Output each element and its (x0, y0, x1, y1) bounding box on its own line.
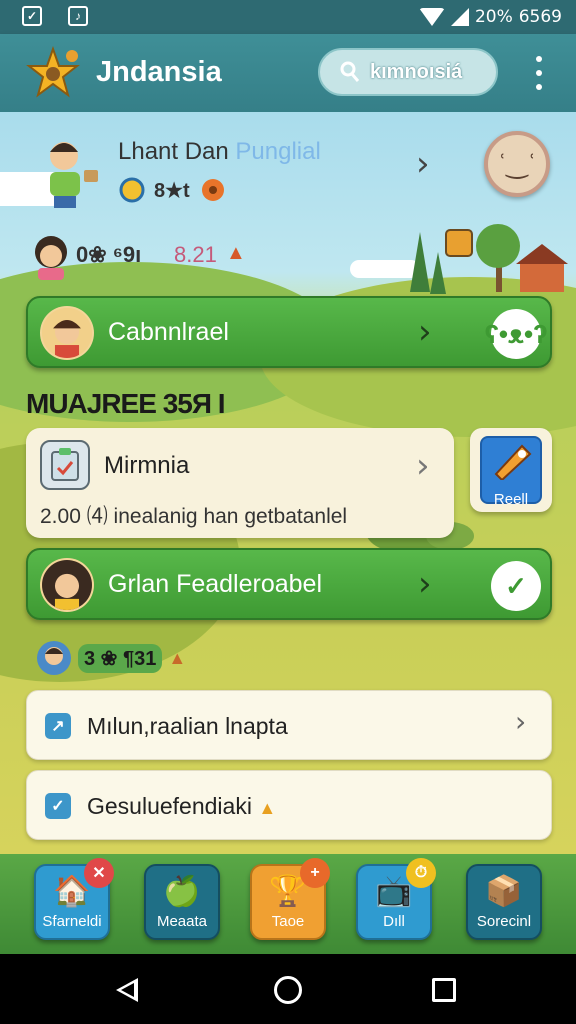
info-card-title: Mirmnia (104, 452, 190, 479)
dock-button-store[interactable]: 📦 Sorecinl (466, 864, 542, 940)
profile-name-highlight: Punglial (235, 138, 321, 165)
profile-name: Lhant Dan Punglial (118, 138, 321, 166)
close-badge-icon: ✕ (84, 858, 114, 888)
stats-row: 3 ❀ ¶31 ▲ (36, 640, 186, 676)
info-card-description: 2.00 ⑷ inealanig han getbatanlel (40, 505, 348, 528)
search-label: kımnoısiá (370, 60, 463, 83)
profile-chevron-right-icon[interactable]: › (416, 144, 430, 184)
bottom-dock: 🏠 Sfarneldi ✕ 🍏 Meaata 🏆 Taoe + 📺 Dıll ⏱… (0, 854, 576, 954)
battery-text: 20% (474, 7, 513, 27)
info-chevron-right-icon: › (416, 446, 430, 486)
plus-badge-icon: + (300, 858, 330, 888)
tree-house-illustration (410, 224, 568, 294)
medal-icon (119, 177, 145, 203)
list-item-label-text: Gesuluefendiaki (87, 793, 252, 819)
card2-chevron-right-icon: › (418, 564, 432, 604)
friend-stats-text: 0❀ ⁶9ı (76, 242, 142, 267)
box-icon: 📦 (485, 875, 523, 908)
list-item[interactable]: ✓ Gesuluefendiaki ▲ (26, 770, 552, 840)
stats-text: 3 ❀ ¶31 (78, 643, 163, 673)
checkbox-icon: ✓ (45, 793, 71, 819)
card2-label: Grlan Feadleroabel (108, 570, 323, 598)
search-button[interactable]: kımnoısiá (318, 48, 498, 96)
dock-label: Meaata (156, 913, 208, 930)
dock-button-food[interactable]: 🍏 Meaata (144, 864, 220, 940)
dock-label: Dıll (383, 913, 405, 930)
back-icon[interactable] (116, 978, 138, 1002)
home-icon[interactable] (274, 976, 302, 1004)
list-item-label: Gesuluefendiaki ▲ (87, 793, 276, 820)
card1-label: Cabnnlrael (108, 318, 229, 346)
card2-avatar (40, 558, 94, 612)
more-vert-icon[interactable] (532, 56, 546, 90)
dock-label: Sfarneldi (42, 913, 102, 930)
apple-icon: 🍏 (163, 875, 201, 908)
warning-icon: ▲ (258, 798, 277, 818)
clock-text: 6569 (518, 7, 562, 27)
card2-check-icon[interactable]: ✓ (491, 561, 541, 611)
dock-button-home[interactable]: 🏠 Sfarneldi ✕ (34, 858, 114, 940)
face-coin-icon[interactable]: ʿ‿ʿ (484, 131, 550, 197)
profile-badges: 8★t (118, 176, 228, 204)
warning-icon: ▲ (226, 242, 246, 264)
app-bar: Jndansia kımnoısiá (0, 34, 576, 112)
flower-icon (201, 179, 224, 201)
profile-avatar[interactable] (40, 134, 102, 210)
side-tile-button[interactable]: Reell (470, 428, 552, 512)
list-item[interactable]: ↗ Mılun,raalian lnapta › (26, 690, 552, 760)
badges-text: 8★t (154, 179, 190, 202)
card1-chevron-right-icon: › (418, 312, 432, 352)
list-chevron-right-icon: › (515, 705, 527, 738)
stats-avatar (37, 641, 71, 675)
timer-badge-icon: ⏱ (406, 858, 436, 888)
dock-button-trade[interactable]: 🏆 Taoe + (250, 858, 330, 940)
clipboard-icon (40, 440, 90, 490)
dock-label: Taoe (271, 913, 305, 930)
card1-avatar (40, 306, 94, 360)
section-title: MUAJREE 35Я I (26, 388, 226, 419)
notification-app-icon: ✓ (22, 6, 42, 26)
green-card-2[interactable]: Grlan Feadleroabel › ✓ (26, 548, 552, 620)
info-card[interactable]: Mirmnia › 2.00 ⑷ inealanig han getbatanl… (26, 428, 454, 538)
list-item-label: Mılun,raalian lnapta (87, 713, 288, 739)
signal-icon (450, 8, 469, 26)
friend-score: 8.21 (174, 242, 217, 267)
share-icon: ↗ (45, 713, 71, 739)
wifi-icon (418, 8, 445, 26)
card1-bear-icon[interactable]: ʕ•ᴥ•ʔ (484, 309, 548, 359)
side-tile-label: Reell (493, 491, 529, 508)
recents-icon[interactable] (432, 978, 456, 1002)
app-title: Jndansia (96, 56, 222, 88)
person-search-icon (340, 61, 360, 82)
app-logo-icon (26, 46, 80, 98)
green-card-1[interactable]: Cabnnlrael › ʕ•ᴥ•ʔ (26, 296, 552, 368)
warning-icon: ▲ (168, 647, 187, 668)
profile-name-main: Lhant Dan (118, 138, 236, 165)
status-bar: ✓ ♪ 20% 6569 (0, 0, 576, 34)
notification-music-icon: ♪ (68, 6, 88, 26)
friend-avatar[interactable] (30, 232, 72, 280)
dock-button-tv[interactable]: 📺 Dıll ⏱ (356, 858, 436, 940)
system-nav-bar (0, 954, 576, 1024)
dock-label: Sorecinl (476, 913, 532, 930)
